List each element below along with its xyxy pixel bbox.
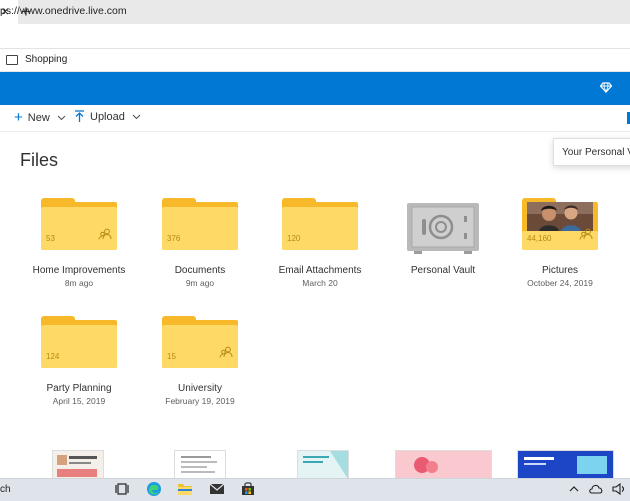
item-count: 15 (167, 352, 176, 361)
folder-icon (6, 55, 18, 65)
folder-tile-party-planning[interactable]: 124 Party Planning April 15, 2019 (17, 310, 141, 420)
folder-tile-pictures[interactable]: 44,160 Pictures October 24, 2019 (498, 192, 622, 302)
share-icon (579, 228, 593, 240)
page-title: Files (20, 150, 59, 170)
folder-name[interactable]: Documents (138, 265, 262, 276)
file-thumbnail[interactable] (297, 450, 349, 480)
onedrive-header (0, 72, 630, 105)
file-thumbnail[interactable] (52, 450, 104, 480)
plus-icon: + (14, 109, 23, 126)
chevron-up-icon[interactable] (569, 485, 579, 493)
item-count: 44,160 (527, 234, 552, 243)
folder-date: March 20 (302, 278, 338, 288)
folder-date: 9m ago (185, 278, 215, 288)
taskbar-search[interactable]: ch (0, 484, 11, 495)
folder-icon: 376 (162, 198, 238, 250)
share-icon (98, 228, 112, 240)
file-explorer-icon[interactable] (177, 481, 193, 497)
folder-name[interactable]: Email Attachments (258, 265, 382, 276)
bookmarks-bar (0, 49, 630, 72)
folder-name[interactable]: Personal Vault (381, 265, 505, 276)
folder-date: 8m ago (64, 278, 94, 288)
share-icon (219, 346, 233, 358)
folder-name[interactable]: Party Planning (17, 383, 141, 394)
folder-icon: 120 (282, 198, 358, 250)
folder-icon: 44,160 (522, 198, 598, 250)
bookmark-shopping[interactable]: Shopping (25, 54, 67, 65)
folder-tile-university[interactable]: 15 University February 19, 2019 (138, 310, 262, 420)
folder-icon: 124 (41, 316, 117, 368)
chevron-down-icon (132, 114, 141, 119)
taskbar (0, 478, 630, 501)
item-count: 376 (167, 234, 181, 243)
folder-icon: 53 (41, 198, 117, 250)
mail-icon[interactable] (209, 481, 225, 497)
upload-icon (75, 110, 84, 122)
url-text[interactable]: ps://www.onedrive.live.com (0, 5, 127, 17)
diamond-icon[interactable] (600, 82, 612, 93)
upload-label: Upload (90, 110, 125, 123)
folder-name[interactable]: Pictures (498, 265, 622, 276)
address-bar[interactable] (0, 24, 630, 49)
folder-date: April 15, 2019 (52, 396, 106, 406)
folder-name[interactable]: Home Improvements (17, 265, 141, 276)
folder-tile-email-attachments[interactable]: 120 Email Attachments March 20 (258, 192, 382, 302)
item-count: 124 (46, 352, 60, 361)
vault-icon (407, 203, 479, 254)
task-view-icon[interactable] (114, 481, 130, 497)
file-thumbnail[interactable] (517, 450, 614, 480)
new-button[interactable]: + New (14, 110, 66, 125)
file-thumbnail[interactable] (174, 450, 226, 480)
folder-date: February 19, 2019 (165, 396, 235, 406)
item-count: 120 (287, 234, 301, 243)
folder-tile-personal-vault[interactable]: Personal Vault (381, 192, 505, 302)
folder-name[interactable]: University (138, 383, 262, 394)
chevron-down-icon (57, 115, 66, 120)
edge-icon[interactable] (146, 481, 162, 497)
folder-date: October 24, 2019 (527, 278, 593, 288)
cloud-icon[interactable] (588, 483, 604, 495)
new-label: New (27, 111, 50, 124)
folder-icon: 15 (162, 316, 238, 368)
store-icon[interactable] (240, 481, 256, 497)
speaker-icon[interactable] (612, 483, 626, 495)
tooltip-text: Your Personal Vau (562, 147, 630, 158)
file-thumbnail[interactable] (395, 450, 492, 480)
personal-vault-tooltip: Your Personal Vau (553, 138, 630, 166)
item-count: 53 (46, 234, 55, 243)
folder-tile-documents[interactable]: 376 Documents 9m ago (138, 192, 262, 302)
upload-button[interactable]: Upload (74, 110, 141, 123)
folder-tile-home-improvements[interactable]: 53 Home Improvements 8m ago (17, 192, 141, 302)
